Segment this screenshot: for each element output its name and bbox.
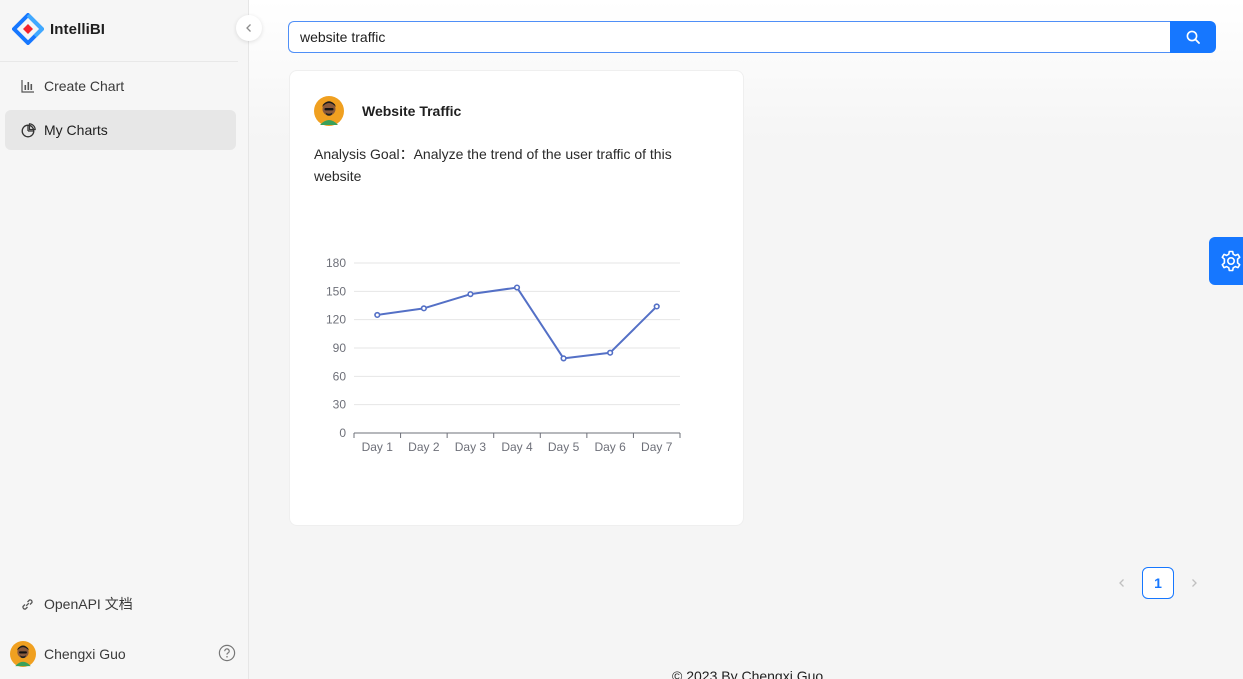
pie-chart-icon	[20, 122, 36, 138]
data-point	[513, 284, 521, 291]
openapi-label: OpenAPI 文档	[44, 596, 133, 612]
user-name: Chengxi Guo	[44, 646, 126, 662]
sidebar-item-label: My Charts	[44, 122, 108, 138]
main-content: Website Traffic Analysis Goal：Analyze th…	[249, 0, 1243, 679]
page-button-current[interactable]: 1	[1142, 567, 1174, 599]
sidebar-divider	[0, 61, 238, 62]
sidebar-item-label: Create Chart	[44, 78, 125, 94]
question-circle-icon[interactable]	[218, 644, 236, 662]
sidebar-item-create-chart[interactable]: Create Chart	[5, 66, 236, 106]
app-name: IntelliBI	[50, 20, 106, 38]
app: IntelliBI Create Chart My Charts OpenAPI…	[0, 0, 1243, 679]
data-point	[560, 355, 567, 362]
x-tick-label: Day 1	[362, 440, 394, 454]
chevron-left-icon	[246, 24, 251, 32]
y-tick-label: 0	[339, 426, 346, 440]
bar-chart-icon	[20, 78, 36, 94]
prev-page-button[interactable]	[1106, 567, 1138, 599]
openapi-docs-link[interactable]: OpenAPI 文档	[20, 593, 133, 615]
x-tick-label: Day 4	[501, 440, 533, 454]
footer-copyright: © 2023 By Chengxi Guo	[672, 668, 824, 679]
sidebar-menu: Create Chart My Charts	[5, 66, 236, 154]
data-point	[607, 349, 614, 356]
user-profile[interactable]: Chengxi Guo	[10, 641, 236, 667]
chevron-right-icon	[1192, 579, 1197, 587]
search-button[interactable]	[1170, 21, 1216, 53]
x-tick-label: Day 2	[408, 440, 440, 454]
link-icon	[22, 598, 33, 610]
avatar	[10, 641, 36, 667]
collapse-sidebar-button[interactable]	[236, 15, 262, 41]
y-tick-label: 90	[333, 341, 347, 355]
chart-card-title: Website Traffic	[362, 103, 462, 119]
data-point	[467, 291, 474, 298]
data-point	[420, 305, 427, 312]
search-icon	[1186, 30, 1200, 44]
sidebar: IntelliBI Create Chart My Charts OpenAPI…	[0, 0, 262, 679]
data-point	[374, 311, 381, 319]
y-tick-label: 180	[326, 256, 346, 270]
gear-icon	[1221, 250, 1241, 272]
y-tick-label: 30	[333, 398, 347, 412]
intellibi-logo-icon	[12, 13, 44, 45]
card-header: Website Traffic	[314, 96, 461, 126]
y-tick-label: 150	[326, 284, 346, 298]
x-tick-label: Day 6	[594, 440, 626, 454]
search-bar	[288, 21, 1216, 53]
settings-button[interactable]	[1209, 237, 1243, 285]
avatar	[314, 96, 344, 126]
sidebar-item-my-charts[interactable]: My Charts	[5, 110, 236, 150]
chevron-left-icon	[1119, 579, 1124, 587]
pagination: 1	[1106, 567, 1210, 599]
brand[interactable]: IntelliBI	[12, 13, 105, 45]
chart-card: Website Traffic Analysis Goal：Analyze th…	[289, 70, 744, 526]
next-page-button[interactable]	[1178, 567, 1210, 599]
data-point	[653, 303, 660, 310]
x-tick-label: Day 3	[455, 440, 487, 454]
analysis-goal: Analysis Goal：Analyze the trend of the u…	[314, 146, 672, 184]
line-chart: 0 30 60 90 120 150 180 Day 1 Day 2 Day 3 Day 4 Day …	[326, 256, 681, 454]
y-tick-label: 60	[333, 369, 347, 383]
x-tick-label: Day 7	[641, 440, 673, 454]
y-tick-label: 120	[326, 313, 346, 327]
search-input[interactable]	[288, 21, 1170, 53]
x-tick-label: Day 5	[548, 440, 580, 454]
